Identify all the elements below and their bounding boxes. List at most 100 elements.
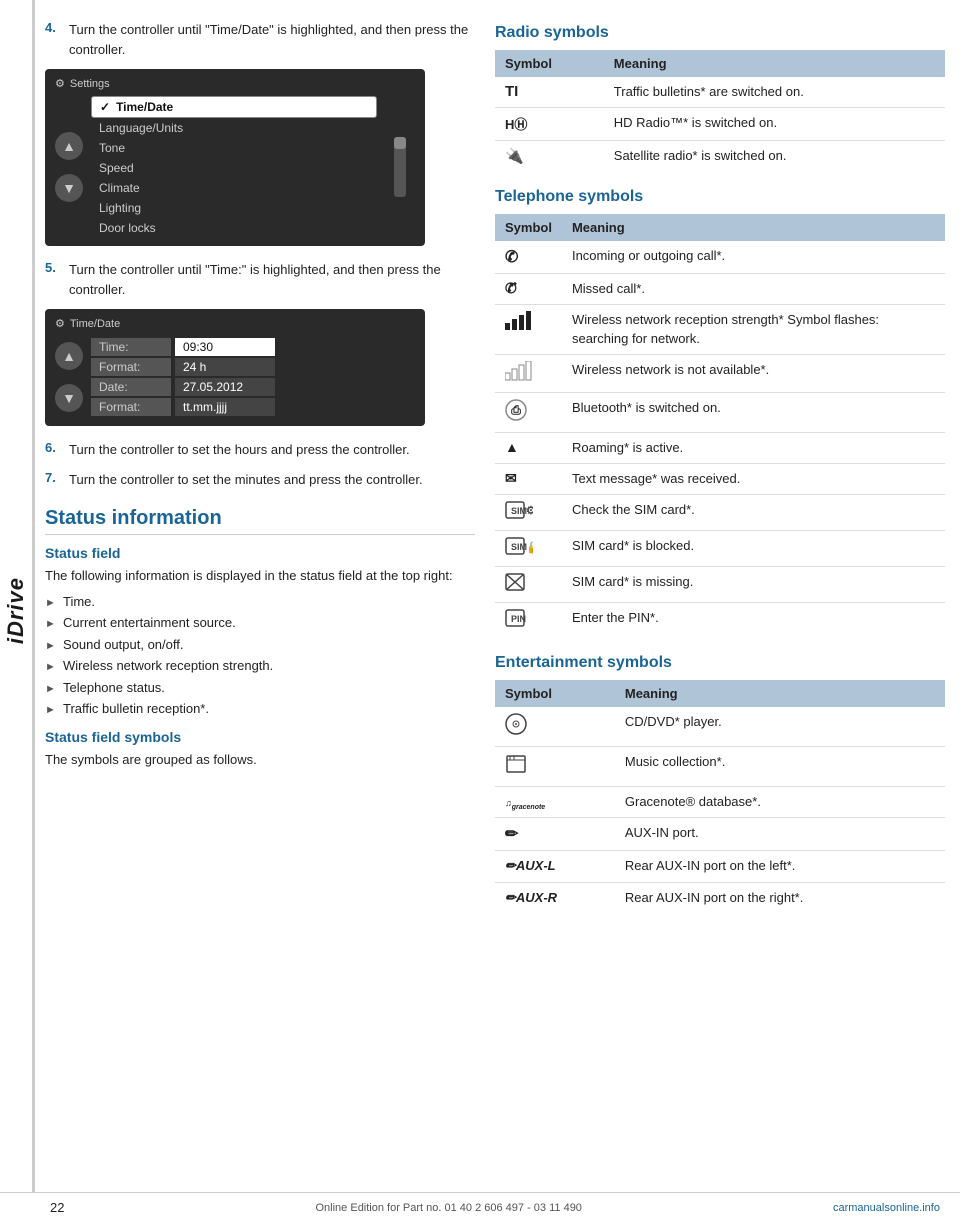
screen2-row-1: Format: 24 h bbox=[91, 358, 415, 376]
footer: 22 Online Edition for Part no. 01 40 2 6… bbox=[0, 1192, 960, 1222]
tel-col-symbol: Symbol bbox=[495, 214, 562, 241]
tel-meaning-10: Enter the PIN*. bbox=[562, 603, 945, 639]
ent-meaning-5: Rear AUX-IN port on the right*. bbox=[615, 882, 945, 913]
radio-meaning-1: HD Radio™* is switched on. bbox=[604, 108, 945, 141]
tel-meaning-5: Roaming* is active. bbox=[562, 432, 945, 463]
tel-row-2: Wireless network reception strength* Sym… bbox=[495, 305, 945, 354]
radio-meaning-2: Satellite radio* is switched on. bbox=[604, 141, 945, 173]
bullet-0: ► Time. bbox=[45, 592, 475, 612]
tel-row-0: ✆ Incoming or outgoing call*. bbox=[495, 241, 945, 274]
screen2-row-0: Time: 09:30 bbox=[91, 338, 415, 356]
bluetooth-icon: ⎙ bbox=[505, 399, 527, 421]
step-6-text: Turn the controller to set the hours and… bbox=[69, 440, 410, 460]
tel-row-1: ✆⃗ Missed call*. bbox=[495, 274, 945, 305]
timedate-icon: ⚙ bbox=[55, 317, 65, 330]
entertainment-table: Symbol Meaning CD/DVD* player. bbox=[495, 680, 945, 913]
tel-meaning-9: SIM card* is missing. bbox=[562, 567, 945, 603]
screen2-value-3: tt.mm.jjjj bbox=[175, 398, 275, 416]
radio-col-symbol: Symbol bbox=[495, 50, 604, 77]
page-number: 22 bbox=[50, 1200, 64, 1215]
svg-text:🔒: 🔒 bbox=[526, 540, 533, 554]
radio-table: Symbol Meaning TI Traffic bulletins* are… bbox=[495, 50, 945, 172]
screen2-label-0: Time: bbox=[91, 338, 171, 356]
svg-text:SIM: SIM bbox=[511, 542, 527, 552]
ent-sym-2: ♫gracenote bbox=[495, 787, 615, 818]
tel-meaning-1: Missed call*. bbox=[562, 274, 945, 305]
ent-sym-5: ✏AUX-R bbox=[495, 882, 615, 913]
nav-control-1: ▲ ▼ bbox=[55, 96, 83, 238]
sim-blocked-icon: SIM 🔒 bbox=[505, 537, 533, 555]
radio-meaning-0: Traffic bulletins* are switched on. bbox=[604, 77, 945, 108]
tel-sym-8: SIM 🔒 bbox=[495, 531, 562, 567]
screen2-value-1: 24 h bbox=[175, 358, 275, 376]
telephone-table: Symbol Meaning ✆ Incoming or outgoing ca… bbox=[495, 214, 945, 638]
status-symbols-subtitle: Status field symbols bbox=[45, 729, 475, 745]
tel-table-header: Symbol Meaning bbox=[495, 214, 945, 241]
sim-check-icon: SIM ⚙ bbox=[505, 501, 533, 519]
tel-row-7: SIM ⚙ Check the SIM card*. bbox=[495, 495, 945, 531]
tel-sym-0: ✆ bbox=[495, 241, 562, 274]
screen2-label-2: Date: bbox=[91, 378, 171, 396]
screen2-rows: Time: 09:30 Format: 24 h Date: 27.05.201… bbox=[91, 336, 415, 418]
footer-watermark: carmanualsonline.info bbox=[833, 1202, 940, 1214]
step-4-num: 4. bbox=[45, 20, 61, 59]
status-section-title: Status information bbox=[45, 507, 475, 535]
ent-row-1: Music collection*. bbox=[495, 747, 945, 787]
tel-meaning-4: Bluetooth* is switched on. bbox=[562, 392, 945, 432]
signal-bars-icon bbox=[505, 311, 533, 331]
tel-sym-9 bbox=[495, 567, 562, 603]
tel-col-meaning: Meaning bbox=[562, 214, 945, 241]
step-5-text: Turn the controller until "Time:" is hig… bbox=[69, 260, 475, 299]
bullet-2: ► Sound output, on/off. bbox=[45, 635, 475, 655]
ent-meaning-0: CD/DVD* player. bbox=[615, 707, 945, 747]
tel-row-4: ⎙ Bluetooth* is switched on. bbox=[495, 392, 945, 432]
left-border bbox=[32, 0, 35, 1222]
screen1-body: ▲ ▼ ✓ Time/Date Language/Units Tone Spee… bbox=[55, 96, 415, 238]
screen2-title: ⚙ Time/Date bbox=[55, 317, 415, 330]
ent-meaning-2: Gracenote® database*. bbox=[615, 787, 945, 818]
ent-sym-1 bbox=[495, 747, 615, 787]
svg-text:PIN: PIN bbox=[511, 614, 526, 624]
radio-section-title: Radio symbols bbox=[495, 24, 945, 42]
step-7-num: 7. bbox=[45, 470, 61, 490]
tel-sym-10: PIN bbox=[495, 603, 562, 639]
telephone-section-title: Telephone symbols bbox=[495, 188, 945, 206]
ent-sym-0 bbox=[495, 707, 615, 747]
radio-sym-0: TI bbox=[495, 77, 604, 108]
ent-col-symbol: Symbol bbox=[495, 680, 615, 707]
tel-sym-7: SIM ⚙ bbox=[495, 495, 562, 531]
ent-meaning-1: Music collection*. bbox=[615, 747, 945, 787]
ent-row-5: ✏AUX-R Rear AUX-IN port on the right*. bbox=[495, 882, 945, 913]
screen1-scroll bbox=[385, 96, 415, 238]
status-bullets: ► Time. ► Current entertainment source. … bbox=[45, 592, 475, 719]
tel-meaning-7: Check the SIM card*. bbox=[562, 495, 945, 531]
footer-text: Online Edition for Part no. 01 40 2 606 … bbox=[316, 1202, 582, 1214]
tel-sym-5: ▲ bbox=[495, 432, 562, 463]
screen2-row-3: Format: tt.mm.jjjj bbox=[91, 398, 415, 416]
status-symbols-body: The symbols are grouped as follows. bbox=[45, 750, 475, 770]
bullet-arrow-1: ► bbox=[45, 616, 57, 633]
tel-meaning-0: Incoming or outgoing call*. bbox=[562, 241, 945, 274]
entertainment-section-title: Entertainment symbols bbox=[495, 654, 945, 672]
screen1-title: ⚙ Settings bbox=[55, 77, 415, 90]
tel-row-3: Wireless network is not available*. bbox=[495, 354, 945, 392]
tel-sym-4: ⎙ bbox=[495, 392, 562, 432]
step-7-text: Turn the controller to set the minutes a… bbox=[69, 470, 423, 490]
cd-icon bbox=[505, 713, 527, 735]
ent-col-meaning: Meaning bbox=[615, 680, 945, 707]
bullet-arrow-4: ► bbox=[45, 681, 57, 698]
screen2-label-3: Format: bbox=[91, 398, 171, 416]
music-collection-icon bbox=[505, 753, 527, 775]
bullet-1: ► Current entertainment source. bbox=[45, 613, 475, 633]
right-column: Radio symbols Symbol Meaning TI Traffic … bbox=[495, 20, 960, 929]
bullet-arrow-0: ► bbox=[45, 595, 57, 612]
settings-icon: ⚙ bbox=[55, 77, 65, 90]
bullet-5: ► Traffic bulletin reception*. bbox=[45, 699, 475, 719]
screen2-mockup: ⚙ Time/Date ▲ ▼ Time: 09:30 Format: 24 bbox=[45, 309, 425, 426]
tel-sym-1: ✆⃗ bbox=[495, 274, 562, 305]
left-column: 4. Turn the controller until "Time/Date"… bbox=[45, 20, 475, 929]
status-field-subtitle: Status field bbox=[45, 545, 475, 561]
bullet-arrow-3: ► bbox=[45, 659, 57, 676]
bullet-arrow-5: ► bbox=[45, 702, 57, 719]
step-4: 4. Turn the controller until "Time/Date"… bbox=[45, 20, 475, 59]
